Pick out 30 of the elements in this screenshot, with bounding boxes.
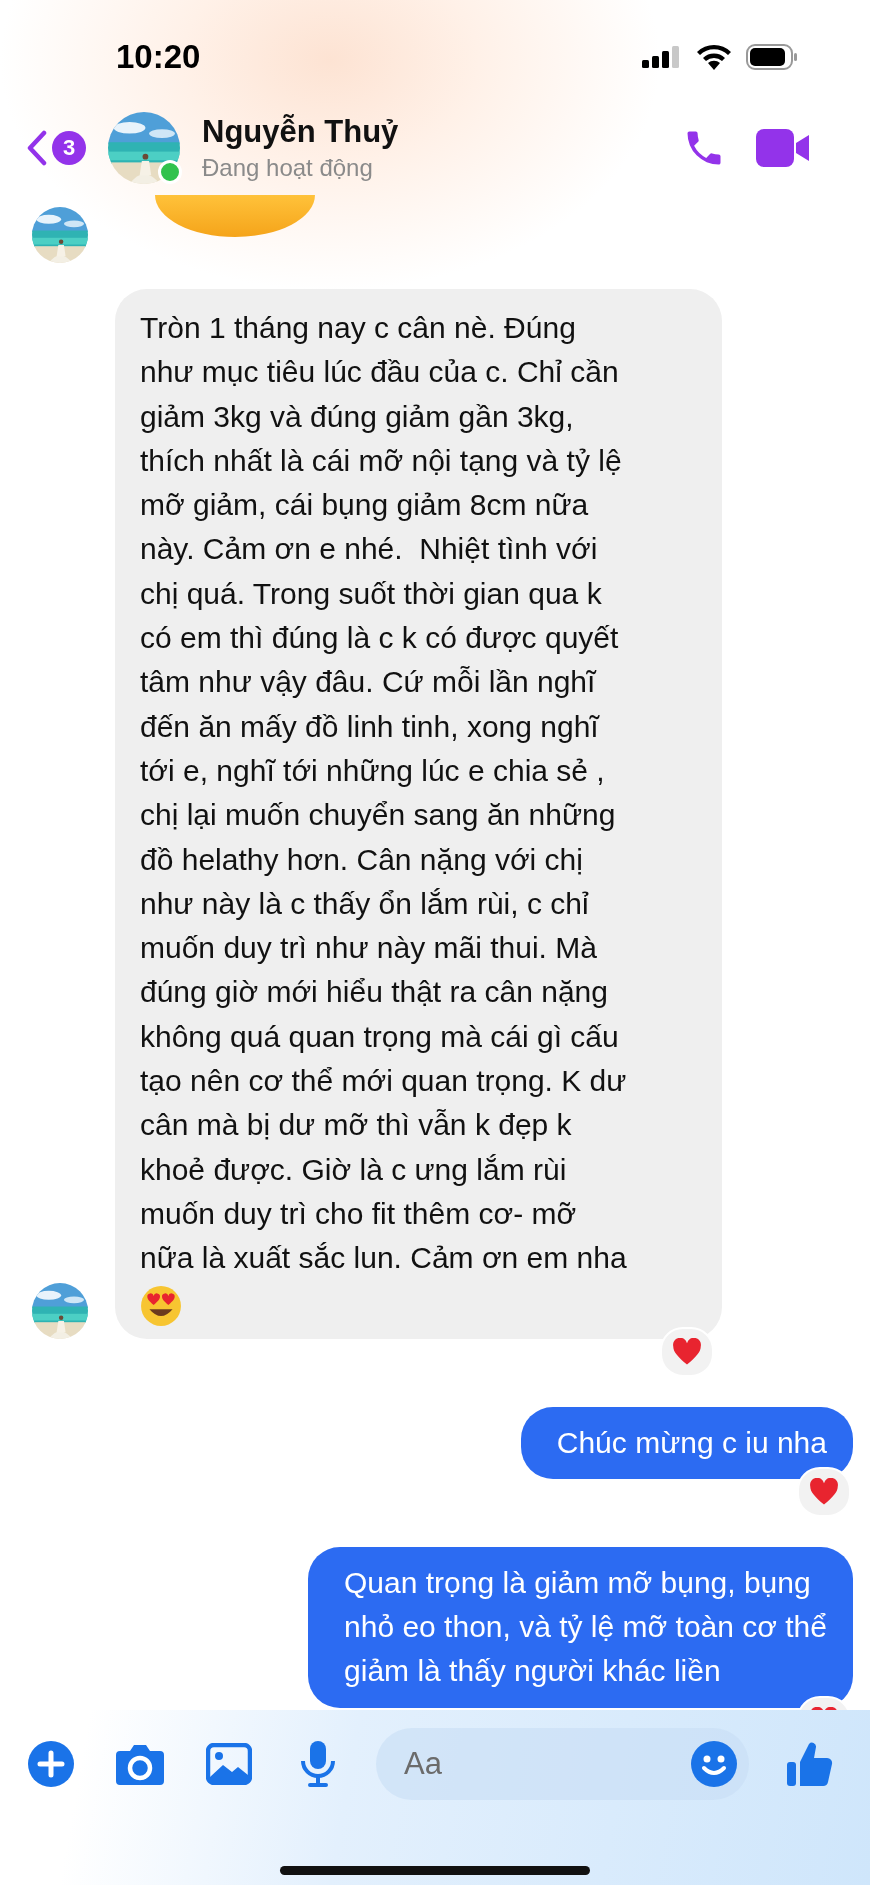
- message-bubble: Quan trọng là giảm mỡ bụng, bụng nhỏ eo thon, và tỷ lệ mỡ toàn cơ thể giảm là thấy người khác liền: [308, 1546, 853, 1708]
- back-icon: [26, 129, 48, 166]
- image-icon: [206, 1743, 252, 1785]
- status-time: 10:20: [116, 37, 201, 76]
- microphone-icon: [300, 1741, 336, 1787]
- heart-icon: [672, 1337, 702, 1366]
- camera-button[interactable]: [116, 1743, 164, 1785]
- back-button[interactable]: 3: [26, 129, 86, 166]
- thumbs-up-icon: [787, 1740, 833, 1788]
- add-button[interactable]: [28, 1741, 74, 1787]
- signal-icon: [642, 46, 682, 68]
- like-button[interactable]: [787, 1740, 833, 1788]
- contact-name: Nguyễn Thuỷ: [202, 113, 400, 150]
- message-input[interactable]: Aa: [404, 1746, 691, 1782]
- message-bubble: Chúc mừng c iu nha: [520, 1406, 853, 1479]
- battery-icon: [746, 44, 798, 70]
- gallery-button[interactable]: [206, 1743, 252, 1785]
- plus-icon: [28, 1741, 74, 1787]
- message-field[interactable]: Aa: [376, 1728, 749, 1800]
- wifi-icon: [696, 44, 732, 70]
- camera-icon: [116, 1743, 164, 1785]
- active-status: Đang hoạt động: [202, 153, 374, 182]
- video-call-button[interactable]: [756, 128, 810, 167]
- voice-button[interactable]: [300, 1741, 336, 1787]
- smiley-icon[interactable]: [691, 1741, 737, 1787]
- video-camera-icon: [756, 128, 810, 167]
- unread-badge: 3: [52, 130, 86, 165]
- message-bubble: Tròn 1 tháng nay c cân nè. Đúng như mục tiêu lúc đầu của c. Chỉ cần giảm 3kg và đúng giảm gần 3kg, thích nhất là cái mỡ nội tạng và tỷ lệ mỡ giảm, cái bụng giảm 8cm nữa này. Cảm ơn e nhé. Nhiệt tình với chị quá. Trong suốt thời gian qua k có em thì đúng là c k có được quyết tâm như vậy đâu. Cứ mỗi lần nghĩ đến ăn mấy đồ linh tinh, xong nghĩ tới e, nghĩ tới những lúc e chia sẻ , chị lại muốn chuyển sang ăn những đồ helathy hơn. Cân nặng với chị như này là c thấy ổn lắm rùi, c chỉ muốn duy trì như này mãi thui. Mà đúng giờ mới hiểu thật ra cân nặng không quá quan trọng mà cái gì cấu tạo nên cơ thể mới quan trọng. K dư cân mà bị dư mỡ thì vẫn k đẹp k khoẻ được. Giờ là c ưng lắm rùi muốn duy trì cho fit thêm cơ- mỡ nữa là xuất sắc lun. Cảm ơn em nha: [115, 289, 722, 1339]
- heart-icon: [809, 1477, 839, 1506]
- heart-eyes-emoji-icon: [140, 1284, 182, 1327]
